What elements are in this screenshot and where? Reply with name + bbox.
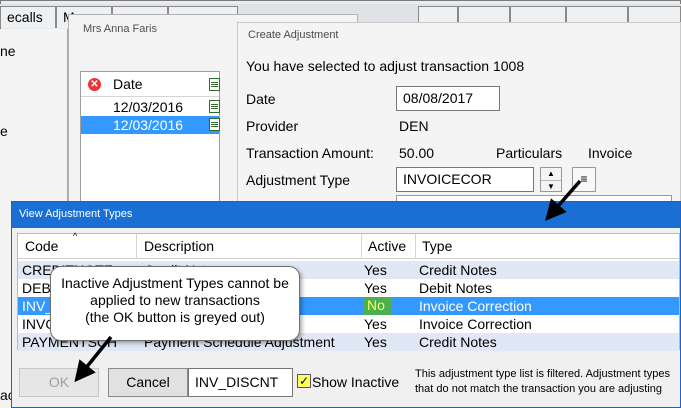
annotation-arrows	[74, 179, 582, 383]
arrow-to-ok-button	[74, 335, 113, 383]
arrow-to-adjustment-type	[545, 179, 582, 221]
